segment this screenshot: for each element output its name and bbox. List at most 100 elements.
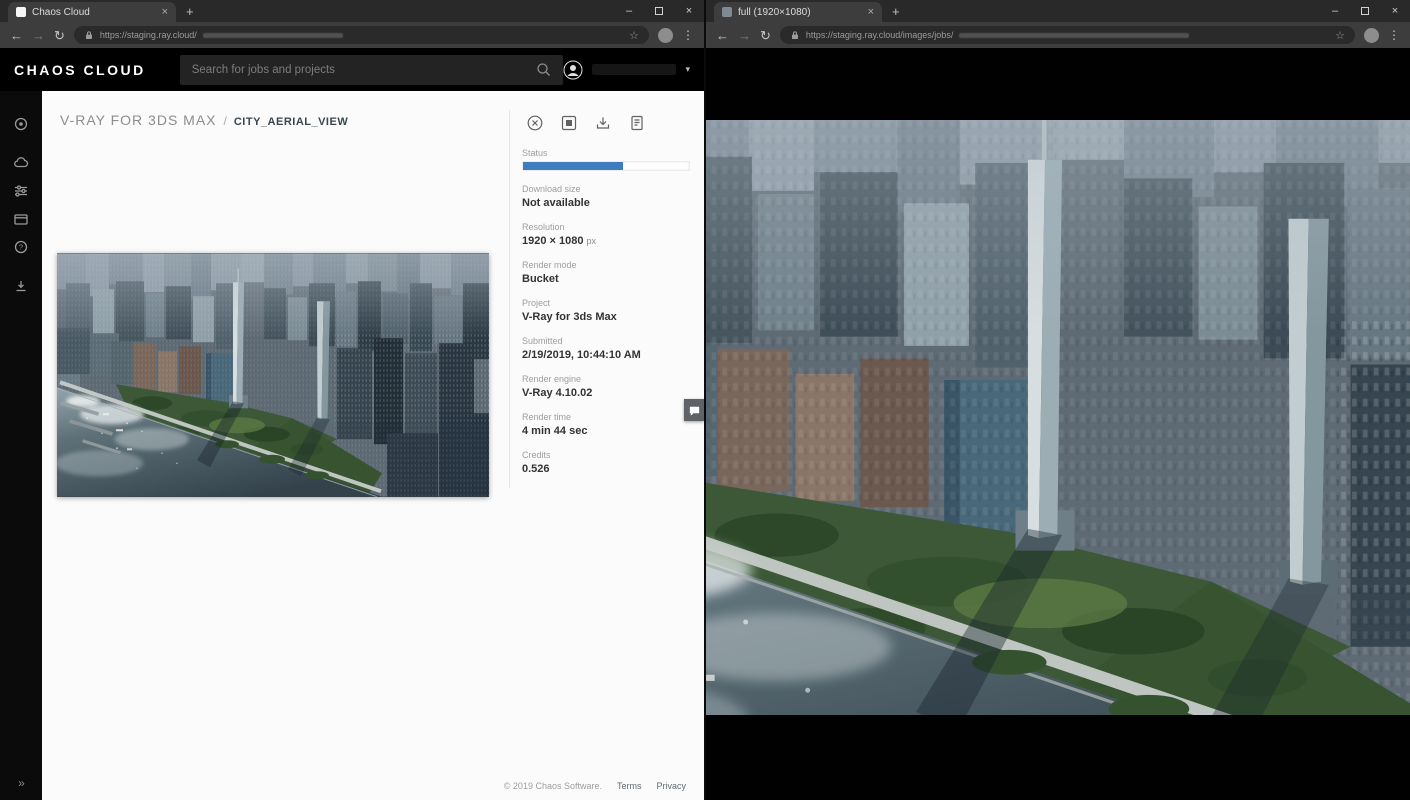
chevron-down-icon: ▾ <box>685 64 690 75</box>
search-icon <box>536 62 551 77</box>
image-viewer <box>706 48 1410 800</box>
sidebar-item-downloads[interactable] <box>0 272 42 300</box>
user-menu[interactable]: ▾ <box>563 60 690 80</box>
render-thumbnail[interactable] <box>57 253 489 497</box>
sidebar-item-filters[interactable] <box>0 177 42 205</box>
page-footer: © 2019 Chaos Software. Terms Privacy <box>504 781 686 791</box>
sidebar: ? » <box>0 91 42 800</box>
credit-card-icon <box>13 211 29 227</box>
back-button[interactable]: ← <box>10 29 23 42</box>
help-icon: ? <box>13 239 29 255</box>
sidebar-item-cloud[interactable] <box>0 149 42 177</box>
cancel-job-button[interactable] <box>524 112 546 134</box>
stop-icon <box>560 114 578 132</box>
breadcrumb: V-RAY FOR 3DS MAX / CITY_AERIAL_VIEW <box>60 112 348 128</box>
report-icon <box>628 114 646 132</box>
detail-submitted: Submitted 2/19/2019, 10:44:10 AM <box>522 336 704 361</box>
browser-toolbar: ← → ↻ https://staging.ray.cloud/ ☆ ⋮ <box>0 22 704 48</box>
detail-render-time: Render time 4 min 44 sec <box>522 412 704 437</box>
refresh-button[interactable]: ↻ <box>760 29 771 42</box>
tab-full-image[interactable]: full (1920×1080) × <box>714 2 882 22</box>
report-button[interactable] <box>626 112 648 134</box>
browser-profile-avatar[interactable] <box>658 28 673 43</box>
privacy-link[interactable]: Privacy <box>656 781 686 791</box>
browser-profile-avatar[interactable] <box>1364 28 1379 43</box>
status-progress-bar <box>522 161 690 171</box>
download-icon <box>13 278 29 294</box>
breadcrumb-separator: / <box>224 114 227 128</box>
back-button[interactable]: ← <box>716 29 729 42</box>
browser-window-full-image: full (1920×1080) × + – × ← → ↻ https://s… <box>706 0 1410 800</box>
app-header: CHAOS CLOUD ▾ <box>0 48 704 91</box>
maximize-button[interactable] <box>1350 0 1380 22</box>
bookmark-star-icon[interactable]: ☆ <box>1335 29 1345 42</box>
detail-resolution: Resolution 1920 × 1080 px <box>522 222 704 247</box>
stop-job-button[interactable] <box>558 112 580 134</box>
detail-download-size: Download size Not available <box>522 184 704 209</box>
detail-status: Status <box>522 148 704 171</box>
terms-link[interactable]: Terms <box>617 781 642 791</box>
user-avatar-icon <box>563 60 583 80</box>
job-details-panel: Status Download size Not available Resol… <box>509 110 704 488</box>
close-button[interactable]: × <box>674 0 704 22</box>
url-text: https://staging.ray.cloud/ <box>100 30 197 40</box>
feedback-button[interactable] <box>684 399 704 421</box>
sliders-icon <box>13 183 29 199</box>
url-redacted <box>959 33 1189 38</box>
detail-project: Project V-Ray for 3ds Max <box>522 298 704 323</box>
sidebar-item-billing[interactable] <box>0 205 42 233</box>
titlebar: Chaos Cloud × + – × <box>0 0 704 22</box>
bookmark-star-icon[interactable]: ☆ <box>629 29 639 42</box>
jobs-icon <box>13 116 29 132</box>
maximize-button[interactable] <box>644 0 674 22</box>
tab-chaos-cloud[interactable]: Chaos Cloud × <box>8 2 176 22</box>
sidebar-item-jobs[interactable] <box>0 110 42 138</box>
main-content: V-RAY FOR 3DS MAX / CITY_AERIAL_VIEW <box>42 91 704 800</box>
sidebar-expand-button[interactable]: » <box>0 776 42 790</box>
detail-credits: Credits 0.526 <box>522 450 704 475</box>
job-actions <box>524 112 704 134</box>
download-output-button[interactable] <box>592 112 614 134</box>
detail-render-engine: Render engine V-Ray 4.10.02 <box>522 374 704 399</box>
window-controls: – × <box>614 0 704 22</box>
search-input[interactable] <box>192 64 537 76</box>
url-redacted <box>203 33 343 38</box>
address-bar[interactable]: https://staging.ray.cloud/ ☆ <box>74 26 649 44</box>
svg-text:?: ? <box>19 243 23 252</box>
chaos-cloud-favicon <box>16 7 26 17</box>
tab-title: Chaos Cloud <box>32 7 156 18</box>
browser-toolbar: ← → ↻ https://staging.ray.cloud/images/j… <box>706 22 1410 48</box>
cloud-icon <box>13 155 29 171</box>
close-button[interactable]: × <box>1380 0 1410 22</box>
user-name-redacted <box>592 64 676 75</box>
chaos-cloud-logo[interactable]: CHAOS CLOUD <box>14 62 146 78</box>
lock-icon <box>790 30 800 41</box>
tab-close-icon[interactable]: × <box>162 6 168 18</box>
browser-menu-icon[interactable]: ⋮ <box>682 28 694 42</box>
minimize-button[interactable]: – <box>614 0 644 22</box>
app-body: ? » V-RAY FOR 3DS MAX / CITY_AERIAL_VIEW <box>0 91 704 800</box>
new-tab-button[interactable]: + <box>186 4 194 19</box>
download-icon <box>594 114 612 132</box>
browser-window-chaos-cloud: Chaos Cloud × + – × ← → ↻ https://stagin… <box>0 0 704 800</box>
refresh-button[interactable]: ↻ <box>54 29 65 42</box>
sidebar-item-help[interactable]: ? <box>0 233 42 261</box>
browser-menu-icon[interactable]: ⋮ <box>1388 28 1400 42</box>
forward-button[interactable]: → <box>32 29 45 42</box>
breadcrumb-project-link[interactable]: V-RAY FOR 3DS MAX <box>60 112 217 128</box>
desktop: Chaos Cloud × + – × ← → ↻ https://stagin… <box>0 0 1410 800</box>
window-controls: – × <box>1320 0 1410 22</box>
url-text: https://staging.ray.cloud/images/jobs/ <box>806 30 953 40</box>
new-tab-button[interactable]: + <box>892 4 900 19</box>
detail-render-mode: Render mode Bucket <box>522 260 704 285</box>
render-full-image[interactable] <box>706 120 1410 715</box>
forward-button[interactable]: → <box>738 29 751 42</box>
breadcrumb-current-job: CITY_AERIAL_VIEW <box>234 116 348 128</box>
tab-title: full (1920×1080) <box>738 7 862 18</box>
cancel-icon <box>526 114 544 132</box>
search-box <box>180 55 564 85</box>
address-bar[interactable]: https://staging.ray.cloud/images/jobs/ ☆ <box>780 26 1355 44</box>
chat-bubble-icon <box>688 404 701 417</box>
tab-close-icon[interactable]: × <box>868 6 874 18</box>
minimize-button[interactable]: – <box>1320 0 1350 22</box>
